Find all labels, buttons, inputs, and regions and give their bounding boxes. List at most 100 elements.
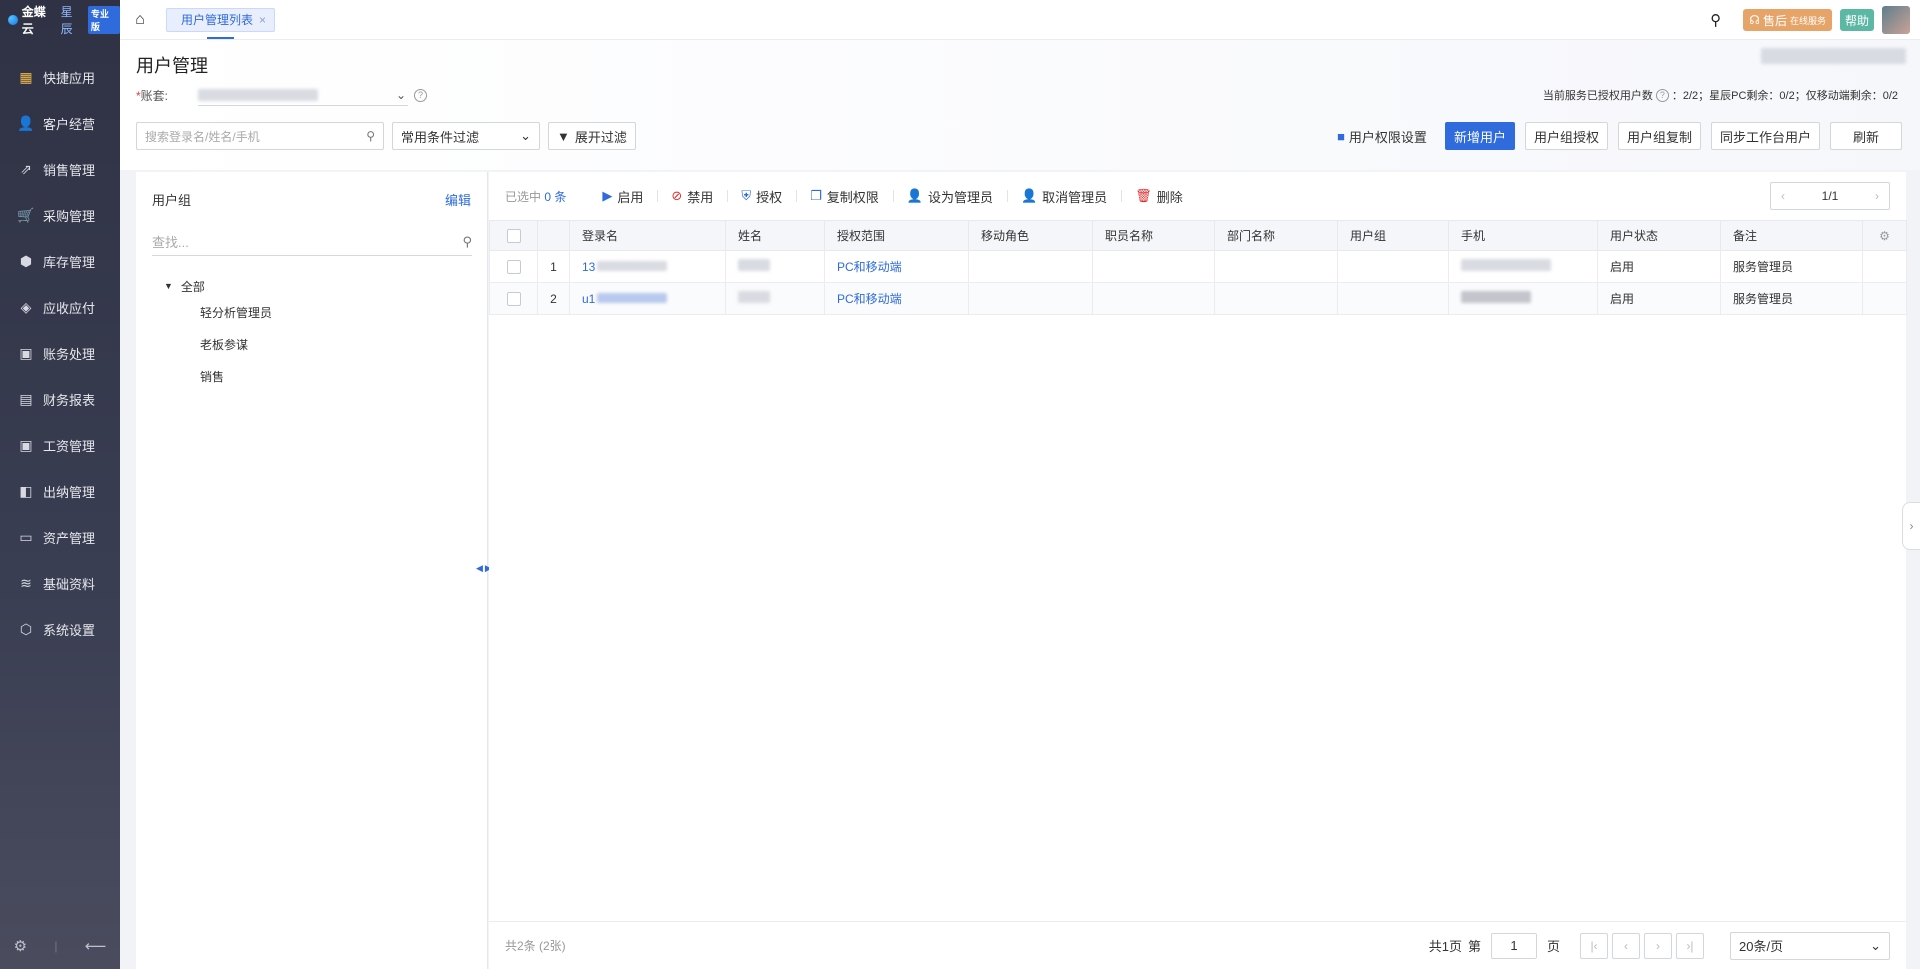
login-name-link[interactable]: u1 xyxy=(569,282,726,315)
account-select[interactable]: ⌄ xyxy=(198,84,409,106)
chevron-right-icon[interactable]: › xyxy=(1875,189,1879,203)
search-input[interactable]: 搜索登录名/姓名/手机 ⚲ xyxy=(136,122,384,150)
column-header[interactable]: 授权范围 xyxy=(824,220,969,251)
sidebar-item[interactable]: ▣ 工资管理 xyxy=(0,422,120,468)
sidebar-item[interactable]: 👤 客户经营 xyxy=(0,100,120,146)
prev-page-icon[interactable]: ‹ xyxy=(1612,932,1640,959)
license-help-icon[interactable]: ? xyxy=(1655,88,1669,102)
side-drawer-chevron-icon[interactable]: › xyxy=(1902,502,1920,550)
search-icon[interactable]: ⚲ xyxy=(1710,11,1721,29)
chevron-left-icon[interactable]: ‹ xyxy=(1781,189,1785,203)
caret-down-icon[interactable]: ▼ xyxy=(164,281,173,291)
authorize-button[interactable]: ⛨ 授权 xyxy=(727,187,796,206)
column-settings-icon[interactable]: ⚙ xyxy=(1862,220,1907,251)
sidebar-item[interactable]: ◈ 应收应付 xyxy=(0,284,120,330)
column-header[interactable]: 备注 xyxy=(1720,220,1863,251)
sidebar-item[interactable]: ⬢ 库存管理 xyxy=(0,238,120,284)
row-checkbox[interactable] xyxy=(489,282,538,315)
sidebar-item[interactable]: ⇗ 销售管理 xyxy=(0,146,120,192)
tree-item[interactable]: 轻分析管理员 xyxy=(164,296,272,328)
chevron-down-icon: ⌄ xyxy=(395,87,407,102)
group-panel-header: 用户组 编辑 xyxy=(152,190,471,209)
sidebar-item-label: 系统设置 xyxy=(43,622,96,638)
search-icon: ⚲ xyxy=(366,129,375,143)
page-title: 用户管理 xyxy=(136,56,208,76)
after-sales-service-button[interactable]: ☊ 售后 在线服务 xyxy=(1743,9,1832,31)
disable-label: 禁用 xyxy=(687,189,714,205)
common-filter-select[interactable]: 常用条件过滤 ⌄ xyxy=(392,122,540,150)
top-pager: ‹ 1/1 › xyxy=(1770,182,1890,210)
select-all-checkbox[interactable] xyxy=(489,220,538,251)
first-page-icon[interactable]: |‹ xyxy=(1580,932,1608,959)
group-copy-button[interactable]: 用户组复制 xyxy=(1617,122,1701,150)
permission-settings-button[interactable]: ■ 用户权限设置 xyxy=(1337,127,1427,146)
sidebar-item-label: 工资管理 xyxy=(43,438,96,454)
settings-gear-icon[interactable]: ⚙ xyxy=(14,937,27,955)
set-admin-button[interactable]: 👤 设为管理员 xyxy=(892,187,1007,206)
add-user-button[interactable]: 新增用户 xyxy=(1444,122,1515,150)
column-header[interactable]: 姓名 xyxy=(725,220,825,251)
help-circle-icon[interactable]: ? xyxy=(414,88,428,102)
set-admin-label: 设为管理员 xyxy=(927,189,993,205)
sidebar-item[interactable]: ▣ 账务处理 xyxy=(0,330,120,376)
tab-user-list[interactable]: 用户管理列表 × xyxy=(166,7,276,39)
close-icon[interactable]: × xyxy=(259,13,266,27)
table-row[interactable]: 1 13 PC和移动端 启用 服务管理员 xyxy=(489,250,1907,283)
copy-permission-button[interactable]: ❐ 复制权限 xyxy=(796,187,893,206)
sidebar-item[interactable]: ≋ 基础资料 xyxy=(0,560,120,606)
avatar[interactable] xyxy=(1882,6,1910,34)
play-circle-icon: ▶ xyxy=(602,188,613,203)
sidebar-item[interactable]: ◧ 出纳管理 xyxy=(0,468,120,514)
status-cell: 启用 xyxy=(1597,282,1721,315)
enable-button[interactable]: ▶ 启用 xyxy=(588,187,657,206)
tree-item[interactable]: 老板参谋 xyxy=(164,328,272,360)
delete-button[interactable]: 🗑 删除 xyxy=(1121,187,1197,206)
table-row[interactable]: 2 u1 PC和移动端 启用 服务管理员 xyxy=(489,282,1907,315)
group-search-input[interactable]: 查找... ⚲ xyxy=(152,228,472,256)
cancel-admin-label: 取消管理员 xyxy=(1042,189,1108,205)
row-checkbox[interactable] xyxy=(489,250,538,283)
logo-icon xyxy=(8,15,18,25)
page-number-input[interactable]: 1 xyxy=(1490,932,1537,959)
column-header[interactable]: 部门名称 xyxy=(1214,220,1338,251)
asset-icon: ▭ xyxy=(19,528,33,545)
table-toolbar: 已选中 0 条 ▶ 启用 ⊘ 禁用 ⛨ 授权 ❐ 复制权限 👤 设为管理员 👤 取消管理员 … xyxy=(489,172,1906,220)
last-page-icon[interactable]: ›| xyxy=(1676,932,1704,959)
sidebar-item[interactable]: ▦ 快捷应用 xyxy=(0,54,120,100)
column-header[interactable]: 手机 xyxy=(1448,220,1598,251)
home-icon[interactable]: ⌂ xyxy=(120,0,160,40)
edit-group-link[interactable]: 编辑 xyxy=(445,190,471,209)
sync-users-button[interactable]: 同步工作台用户 xyxy=(1710,122,1820,150)
row-index: 1 xyxy=(537,250,570,283)
sidebar-item-label: 应收应付 xyxy=(43,300,96,316)
app-logo[interactable]: 金蝶云 星辰 专业版 xyxy=(0,0,121,40)
disable-button[interactable]: ⊘ 禁用 xyxy=(657,187,727,206)
column-header[interactable]: 登录名 xyxy=(569,220,726,251)
column-header[interactable]: 用户组 xyxy=(1337,220,1449,251)
sidebar-item[interactable]: ▭ 资产管理 xyxy=(0,514,120,560)
collapse-sidebar-icon[interactable]: ⟵ xyxy=(85,937,107,955)
tree-item[interactable]: 销售 xyxy=(164,360,272,392)
page-size-select[interactable]: 20条/页 ⌄ xyxy=(1730,931,1890,960)
scope-link[interactable]: PC和移动端 xyxy=(824,282,969,315)
help-button[interactable]: 帮助 xyxy=(1839,9,1874,31)
refresh-button[interactable]: 刷新 xyxy=(1830,122,1902,150)
sidebar-item[interactable]: ⬡ 系统设置 xyxy=(0,606,120,652)
next-page-icon[interactable]: › xyxy=(1644,932,1672,959)
column-header[interactable]: 职员名称 xyxy=(1092,220,1215,251)
cancel-admin-button[interactable]: 👤 取消管理员 xyxy=(1006,187,1121,206)
page-size-label: 20条/页 xyxy=(1739,939,1784,954)
header-redacted-info xyxy=(1761,48,1906,64)
expand-filter-button[interactable]: ▼ 展开过滤 xyxy=(548,122,636,150)
name-cell xyxy=(725,282,825,315)
scope-link[interactable]: PC和移动端 xyxy=(824,250,969,283)
sidebar-item[interactable]: ▤ 财务报表 xyxy=(0,376,120,422)
user-plus-icon: 👤 xyxy=(906,188,923,203)
group-panel-title: 用户组 xyxy=(152,193,192,208)
column-header[interactable]: 用户状态 xyxy=(1597,220,1721,251)
group-auth-button[interactable]: 用户组授权 xyxy=(1524,122,1608,150)
login-name-link[interactable]: 13 xyxy=(569,250,726,283)
tree-root[interactable]: ▼ 全部 xyxy=(164,276,272,296)
column-header[interactable]: 移动角色 xyxy=(968,220,1093,251)
sidebar-item[interactable]: 🛒 采购管理 xyxy=(0,192,120,238)
